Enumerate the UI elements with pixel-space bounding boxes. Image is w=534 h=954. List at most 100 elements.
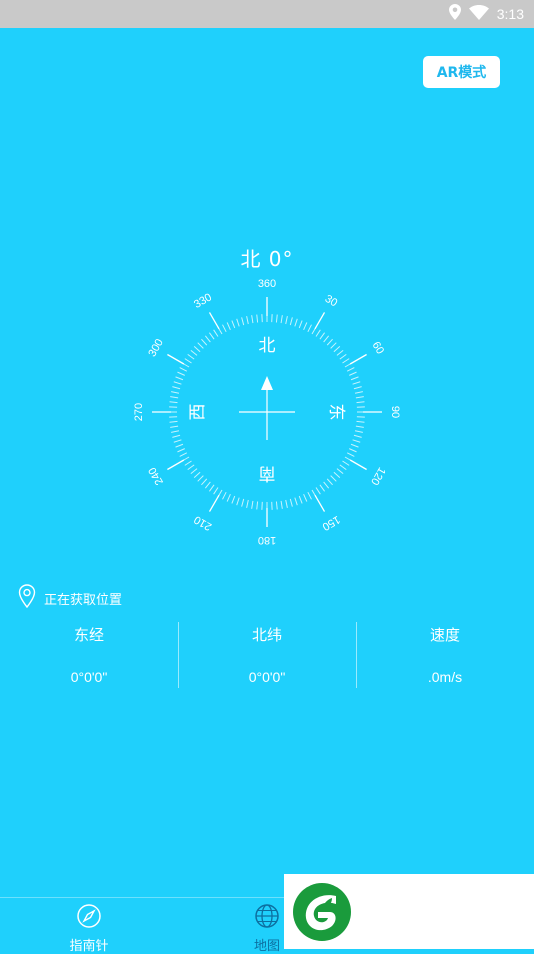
minor-tick (191, 350, 197, 355)
degree-label: 360 (258, 278, 276, 290)
minor-tick (242, 317, 244, 325)
minor-tick (353, 382, 361, 384)
status-time: 3:13 (497, 6, 524, 22)
minor-tick (174, 382, 182, 384)
minor-tick (355, 392, 363, 394)
minor-tick (337, 350, 343, 355)
minor-tick (170, 426, 178, 427)
minor-tick (247, 316, 249, 324)
minor-tick (171, 431, 179, 433)
minor-tick (357, 421, 365, 422)
minor-tick (227, 322, 230, 329)
major-tick (167, 460, 183, 470)
minor-tick (276, 502, 277, 510)
cardinal-south: 南 (259, 463, 276, 483)
minor-tick (316, 330, 320, 337)
minor-tick (257, 315, 258, 323)
minor-tick (320, 333, 325, 339)
minor-tick (299, 321, 302, 328)
minor-tick (351, 444, 358, 447)
minor-tick (324, 336, 329, 342)
major-tick (167, 355, 183, 365)
compass-icon (76, 903, 102, 933)
minor-tick (201, 339, 206, 345)
minor-tick (295, 319, 297, 327)
status-bar: 3:13 (0, 0, 534, 28)
location-pin-icon (18, 584, 36, 612)
ar-mode-button[interactable]: AR模式 (423, 56, 500, 88)
degree-label: 60 (370, 340, 387, 357)
compass-heading: 北 0° (0, 243, 534, 272)
minor-tick (340, 354, 346, 359)
minor-tick (214, 330, 218, 337)
degree-label: 150 (320, 513, 342, 533)
wifi-icon (469, 5, 489, 24)
tab-compass[interactable]: 指南针 (0, 898, 178, 950)
minor-tick (242, 499, 244, 507)
major-tick (210, 495, 220, 511)
cardinal-east: 东 (326, 404, 346, 421)
major-tick (210, 312, 220, 328)
minor-tick (194, 472, 200, 477)
degree-label: 30 (323, 293, 340, 310)
degree-label: 120 (368, 465, 388, 487)
minor-tick (281, 501, 282, 509)
minor-tick (247, 500, 249, 508)
minor-tick (257, 502, 258, 510)
major-tick (350, 355, 366, 365)
stat-value: 0°0'0" (249, 669, 286, 685)
ad-overlay[interactable] (284, 874, 534, 949)
stat-speed: 速度 .0m/s (356, 622, 534, 688)
minor-tick (252, 315, 253, 323)
minor-tick (349, 449, 356, 452)
major-tick (315, 495, 325, 511)
minor-tick (355, 431, 363, 433)
minor-tick (331, 476, 337, 482)
minor-tick (308, 325, 312, 332)
location-icon (449, 4, 461, 24)
minor-tick (171, 392, 179, 394)
minor-tick (237, 498, 239, 506)
minor-tick (170, 402, 178, 403)
minor-tick (170, 421, 178, 422)
minor-tick (342, 359, 349, 363)
cardinal-north: 北 (259, 336, 276, 356)
minor-tick (185, 359, 192, 363)
minor-tick (205, 482, 210, 488)
minor-tick (201, 479, 206, 485)
minor-tick (232, 321, 235, 328)
minor-tick (334, 346, 340, 351)
minor-tick (209, 485, 214, 491)
globe-icon (254, 903, 280, 933)
minor-tick (176, 377, 183, 380)
minor-tick (185, 461, 192, 465)
north-arrow-icon (261, 376, 273, 390)
minor-tick (324, 482, 329, 488)
minor-tick (295, 498, 297, 506)
stat-value: .0m/s (428, 669, 462, 685)
minor-tick (191, 469, 197, 474)
minor-tick (299, 496, 302, 503)
stat-value: 0°0'0" (71, 669, 108, 685)
minor-tick (223, 492, 227, 499)
tab-label: 指南针 (69, 935, 108, 954)
compass-dial: 360306090120150180210240270300330 北 东 南 … (126, 271, 408, 553)
location-status: 正在获取位置 (18, 584, 122, 612)
minor-tick (176, 444, 183, 447)
minor-tick (281, 315, 282, 323)
minor-tick (340, 465, 346, 470)
leaf-logo-icon (292, 882, 352, 946)
minor-tick (331, 343, 337, 349)
minor-tick (290, 317, 292, 325)
minor-tick (180, 453, 187, 457)
degree-label: 210 (192, 513, 214, 533)
minor-tick (209, 333, 214, 339)
minor-tick (304, 322, 307, 329)
minor-tick (194, 346, 200, 351)
minor-tick (356, 426, 364, 427)
minor-tick (290, 499, 292, 507)
minor-tick (180, 368, 187, 372)
stat-label: 速度 (430, 624, 460, 645)
minor-tick (327, 479, 332, 485)
minor-tick (327, 339, 332, 345)
